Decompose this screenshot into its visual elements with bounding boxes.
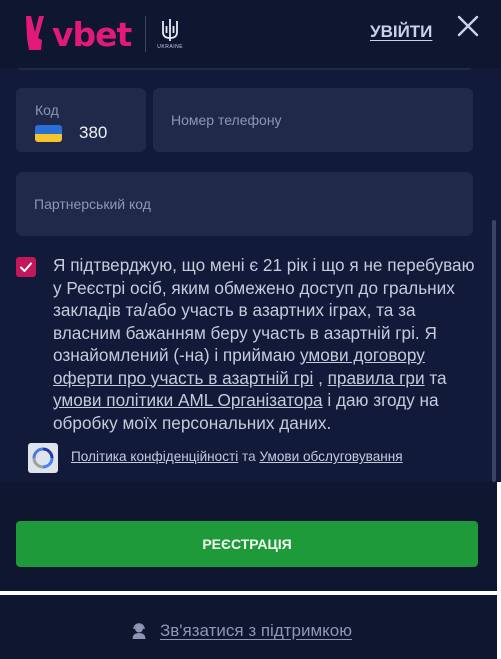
privacy-policy-link[interactable]: Політика конфіденційності bbox=[71, 449, 238, 464]
logo-divider bbox=[145, 16, 147, 52]
policy-and-text: та bbox=[238, 449, 260, 464]
close-icon[interactable] bbox=[456, 14, 480, 38]
logo-text: vbet bbox=[52, 14, 132, 54]
divider bbox=[0, 591, 497, 595]
consent-text: Я підтверджую, що мені є 21 рік і що я н… bbox=[53, 254, 478, 434]
recaptcha-icon bbox=[32, 447, 54, 469]
registration-form: Код 380 Я підтверджую, що мені є 21 рік … bbox=[0, 68, 501, 482]
terms-of-service-link[interactable]: Умови обслуговування bbox=[259, 449, 402, 464]
vbet-logo[interactable]: vbet UKRAINE bbox=[20, 12, 183, 56]
trident-emblem-icon bbox=[162, 19, 179, 41]
scrollbar[interactable] bbox=[492, 220, 496, 482]
register-button[interactable]: РЕЄСТРАЦІЯ bbox=[16, 521, 478, 567]
phone-field-container bbox=[153, 88, 473, 152]
policy-links: Політика конфіденційності та Умови обслу… bbox=[71, 449, 403, 464]
support-agent-icon bbox=[132, 623, 146, 639]
divider bbox=[497, 482, 501, 659]
header: vbet UKRAINE УВІЙТИ bbox=[0, 0, 501, 68]
partner-code-field-container bbox=[16, 172, 473, 236]
aml-policy-link[interactable]: умови політики AML Організатора bbox=[53, 390, 323, 410]
previous-field[interactable] bbox=[16, 68, 473, 70]
consent-text-part: та bbox=[424, 367, 447, 388]
login-link[interactable]: УВІЙТИ bbox=[370, 22, 432, 42]
emblem-caption: UKRAINE bbox=[157, 44, 184, 50]
country-code-value: 380 bbox=[79, 123, 108, 142]
ukraine-flag-icon bbox=[35, 125, 62, 142]
recaptcha-badge[interactable] bbox=[28, 443, 58, 473]
consent-checkbox[interactable] bbox=[16, 257, 36, 277]
phone-input[interactable] bbox=[153, 88, 473, 152]
country-code-selector[interactable]: Код 380 bbox=[16, 88, 146, 152]
support-link-label: Зв'язатися з підтримкою bbox=[160, 621, 353, 640]
victory-hand-logo-icon bbox=[26, 16, 44, 50]
consent-text-part: , bbox=[313, 367, 328, 388]
check-icon bbox=[20, 262, 32, 272]
partner-code-input[interactable] bbox=[16, 172, 473, 236]
game-rules-link[interactable]: правила гри bbox=[328, 368, 425, 388]
support-link[interactable]: Зв'язатися з підтримкою bbox=[130, 620, 352, 642]
country-code-label: Код bbox=[35, 102, 59, 118]
ukraine-emblem: UKRAINE bbox=[157, 18, 183, 50]
